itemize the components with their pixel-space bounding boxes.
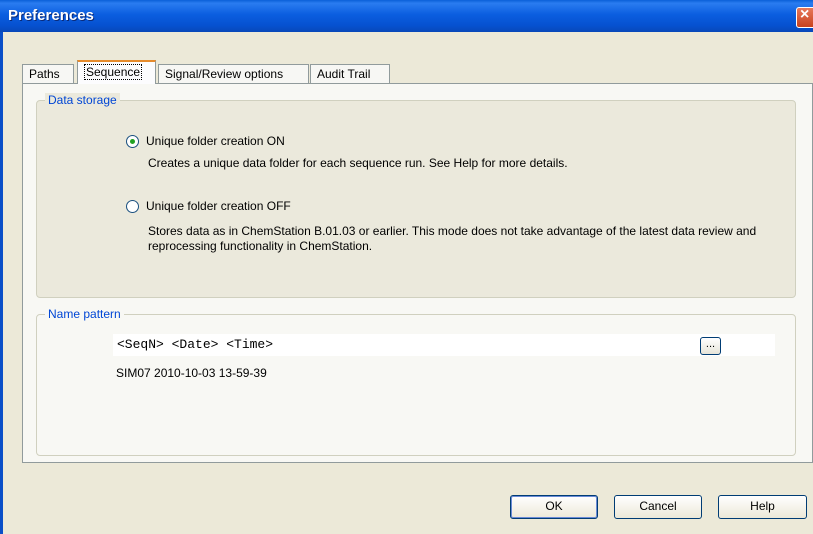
unique-folder-on-description: Creates a unique data folder for each se… bbox=[148, 156, 568, 170]
tab-audit-trail[interactable]: Audit Trail bbox=[310, 64, 390, 83]
window-frame bbox=[0, 32, 3, 534]
tab-label: Audit Trail bbox=[317, 67, 371, 81]
cancel-button[interactable]: Cancel bbox=[614, 495, 702, 519]
tab-signal-review-options[interactable]: Signal/Review options bbox=[158, 64, 309, 83]
unique-folder-on-radio[interactable] bbox=[126, 135, 139, 148]
name-pattern-input[interactable]: <SeqN> <Date> <Time> bbox=[113, 334, 775, 356]
data-storage-group: Data storage Unique folder creation ON C… bbox=[36, 93, 796, 298]
title-bar[interactable]: Preferences × bbox=[0, 0, 813, 32]
browse-pattern-button[interactable]: ... bbox=[700, 337, 721, 355]
tab-paths[interactable]: Paths bbox=[22, 64, 74, 83]
close-icon: × bbox=[800, 6, 810, 23]
name-pattern-preview: SIM07 2010-10-03 13-59-39 bbox=[116, 366, 267, 380]
tab-label: Sequence bbox=[84, 64, 143, 80]
name-pattern-legend: Name pattern bbox=[45, 307, 124, 321]
tab-label: Paths bbox=[29, 67, 60, 81]
window-title: Preferences bbox=[8, 7, 94, 24]
close-button[interactable]: × bbox=[796, 6, 813, 28]
ok-button[interactable]: OK bbox=[510, 495, 598, 519]
radio-selected-dot bbox=[130, 139, 135, 144]
name-pattern-group: Name pattern <SeqN> <Date> <Time> ... SI… bbox=[36, 307, 796, 456]
unique-folder-off-radio[interactable] bbox=[126, 200, 139, 213]
unique-folder-off-description: Stores data as in ChemStation B.01.03 or… bbox=[148, 224, 757, 253]
tab-sequence[interactable]: Sequence bbox=[77, 60, 156, 84]
tab-panel-sequence: Data storage Unique folder creation ON C… bbox=[22, 83, 813, 463]
help-button[interactable]: Help bbox=[718, 495, 807, 519]
unique-folder-on-label[interactable]: Unique folder creation ON bbox=[146, 134, 285, 148]
data-storage-legend: Data storage bbox=[45, 93, 120, 107]
unique-folder-off-label[interactable]: Unique folder creation OFF bbox=[146, 199, 291, 213]
tab-label: Signal/Review options bbox=[165, 67, 284, 81]
